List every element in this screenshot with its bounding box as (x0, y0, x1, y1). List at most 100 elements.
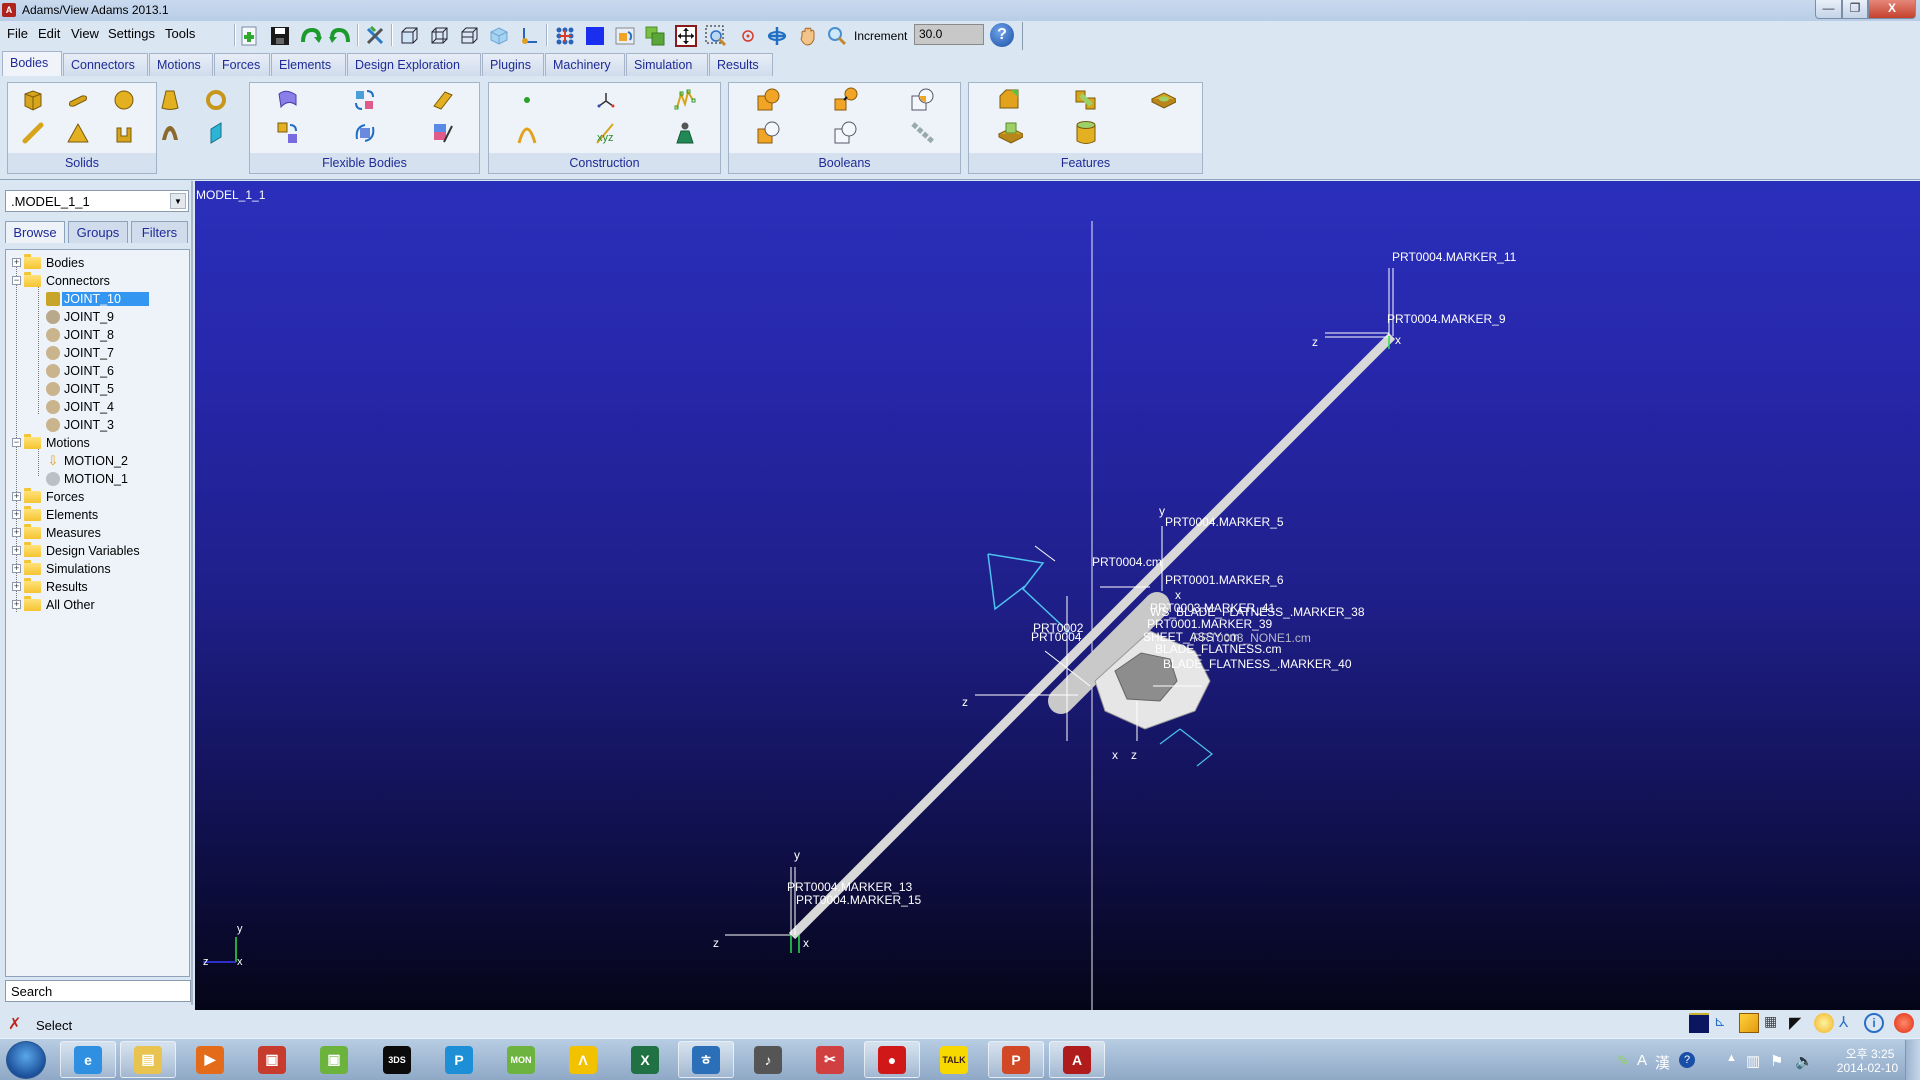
tree-item-design-variables[interactable]: + Design Variables (12, 541, 142, 559)
taskbar-app-powerpoint[interactable]: P (988, 1041, 1044, 1078)
new-model-icon[interactable] (238, 25, 260, 47)
tree-item-all-other[interactable]: + All Other (12, 595, 97, 613)
tools-settings-icon[interactable] (364, 25, 386, 47)
expand-icon[interactable]: + (12, 582, 21, 591)
taskbar-app-hangul[interactable]: ㅎ (678, 1041, 734, 1078)
minimize-button[interactable]: — (1815, 0, 1842, 19)
expand-icon[interactable]: + (12, 510, 21, 519)
taskbar-app-adams[interactable]: A (1049, 1041, 1105, 1078)
expand-icon[interactable]: + (12, 600, 21, 609)
center-target-icon[interactable] (737, 25, 759, 47)
frustum-icon[interactable] (157, 87, 183, 113)
grid-markers-icon[interactable] (554, 25, 576, 47)
browser-tab-filters[interactable]: Filters (131, 221, 188, 243)
cut-icon[interactable] (756, 120, 782, 146)
fillet-icon[interactable] (1073, 87, 1099, 113)
tree-item-measures[interactable]: + Measures (12, 523, 103, 541)
save-icon[interactable] (269, 25, 291, 47)
stop-icon[interactable] (1894, 1013, 1914, 1033)
menu-view[interactable]: View (71, 26, 99, 41)
polyline-icon[interactable] (672, 87, 698, 113)
tree-item-joint-9[interactable]: JOINT_9 (46, 308, 116, 325)
menu-tools[interactable]: Tools (165, 26, 195, 41)
revolution-icon[interactable] (157, 120, 183, 146)
tree-item-joint-3[interactable]: JOINT_3 (46, 416, 116, 433)
shading-icon[interactable]: ◤ (1789, 1013, 1809, 1033)
taskbar-app-adams-view-green[interactable]: ▣ (306, 1041, 362, 1078)
search-input[interactable]: Search (5, 980, 191, 1002)
flex-replace-icon[interactable] (352, 120, 378, 146)
tree-item-joint-8[interactable]: JOINT_8 (46, 326, 116, 343)
background-color-icon[interactable] (584, 25, 606, 47)
split-icon[interactable] (833, 120, 859, 146)
chamfer-icon[interactable] (997, 87, 1023, 113)
tab-forces[interactable]: Forces (214, 53, 270, 76)
tree-item-joint-6[interactable]: JOINT_6 (46, 362, 116, 379)
network-icon[interactable]: ▥ (1746, 1052, 1760, 1070)
tree-item-motion-1[interactable]: MOTION_1 (46, 470, 130, 487)
tree-item-joint-5[interactable]: JOINT_5 (46, 380, 116, 397)
background-color-icon[interactable] (1689, 1013, 1709, 1033)
undo-icon[interactable] (329, 25, 351, 47)
flexible-body-import-icon[interactable] (275, 87, 301, 113)
modal-neutral-file-icon[interactable] (430, 120, 456, 146)
help-button[interactable]: ? (990, 23, 1014, 47)
zoom-box-icon[interactable] (705, 25, 727, 47)
taskbar-app-file-explorer[interactable]: ▤ (120, 1041, 176, 1078)
clock-date[interactable]: 2014-02-10 (1825, 1061, 1910, 1075)
menu-edit[interactable]: Edit (38, 26, 60, 41)
tree-item-joint-4[interactable]: JOINT_4 (46, 398, 116, 415)
browser-tab-groups[interactable]: Groups (68, 221, 128, 243)
tree-item-bodies[interactable]: + Bodies (12, 253, 86, 271)
marker-icon[interactable] (593, 87, 619, 113)
hollow-icon[interactable] (1073, 120, 1099, 146)
ime-hanja[interactable]: 漢 (1655, 1052, 1670, 1073)
hole-icon[interactable] (1150, 87, 1176, 113)
tab-connectors[interactable]: Connectors (63, 53, 148, 76)
boss-icon[interactable] (997, 120, 1023, 146)
tree-item-elements[interactable]: + Elements (12, 505, 100, 523)
tree-item-connectors[interactable]: − Connectors (12, 271, 112, 289)
taskbar-app-pdf-tool[interactable]: P (431, 1041, 487, 1078)
increment-input[interactable]: 30.0 (914, 24, 984, 45)
tab-bodies[interactable]: Bodies (2, 51, 62, 77)
taskbar-app-recorder[interactable]: ● (864, 1041, 920, 1078)
tab-machinery[interactable]: Machinery (545, 53, 625, 76)
chain-icon[interactable] (910, 120, 936, 146)
wireframe-view-icon[interactable] (428, 25, 450, 47)
coordinate-axes-icon[interactable] (518, 25, 540, 47)
iso-render-icon[interactable] (488, 25, 510, 47)
taskbar-app-kakaotalk[interactable]: TALK (926, 1041, 982, 1078)
ime-help-icon[interactable]: ? (1679, 1052, 1695, 1068)
side-view-icon[interactable] (458, 25, 480, 47)
tree-item-motion-2[interactable]: ⇩ MOTION_2 (46, 452, 130, 469)
adams-app-icon[interactable]: A (2, 3, 16, 17)
taskbar-app-adams-view-red[interactable]: ▣ (244, 1041, 300, 1078)
front-view-icon[interactable] (398, 25, 420, 47)
point-icon[interactable] (514, 87, 540, 113)
box-icon[interactable] (20, 87, 46, 113)
zoom-icon[interactable] (826, 25, 848, 47)
discrete-flexible-link-icon[interactable] (430, 87, 456, 113)
model-select[interactable]: .MODEL_1_1 (5, 190, 189, 212)
taskbar-app-alyac[interactable]: Λ (555, 1041, 611, 1078)
taskbar-app-excel[interactable]: X (617, 1041, 673, 1078)
select-group-icon[interactable] (644, 25, 666, 47)
tree-item-joint-10[interactable]: JOINT_10 (46, 290, 149, 307)
expand-icon[interactable]: + (12, 528, 21, 537)
torus-icon[interactable] (203, 87, 229, 113)
menu-file[interactable]: File (7, 26, 28, 41)
merge-icon[interactable] (833, 87, 859, 113)
start-button[interactable] (6, 1041, 46, 1079)
expand-icon[interactable]: + (12, 564, 21, 573)
expand-icon[interactable]: + (12, 546, 21, 555)
collapse-icon[interactable]: − (12, 438, 21, 447)
arc-icon[interactable] (514, 120, 540, 146)
tab-plugins[interactable]: Plugins (482, 53, 544, 76)
tree-item-motions[interactable]: − Motions (12, 433, 92, 451)
show-desktop-button[interactable] (1905, 1040, 1920, 1080)
extrusion-icon[interactable] (111, 120, 137, 146)
taskbar-app-internet-explorer[interactable]: e (60, 1041, 116, 1078)
tab-results[interactable]: Results (709, 53, 773, 76)
close-button[interactable]: X (1868, 0, 1916, 19)
